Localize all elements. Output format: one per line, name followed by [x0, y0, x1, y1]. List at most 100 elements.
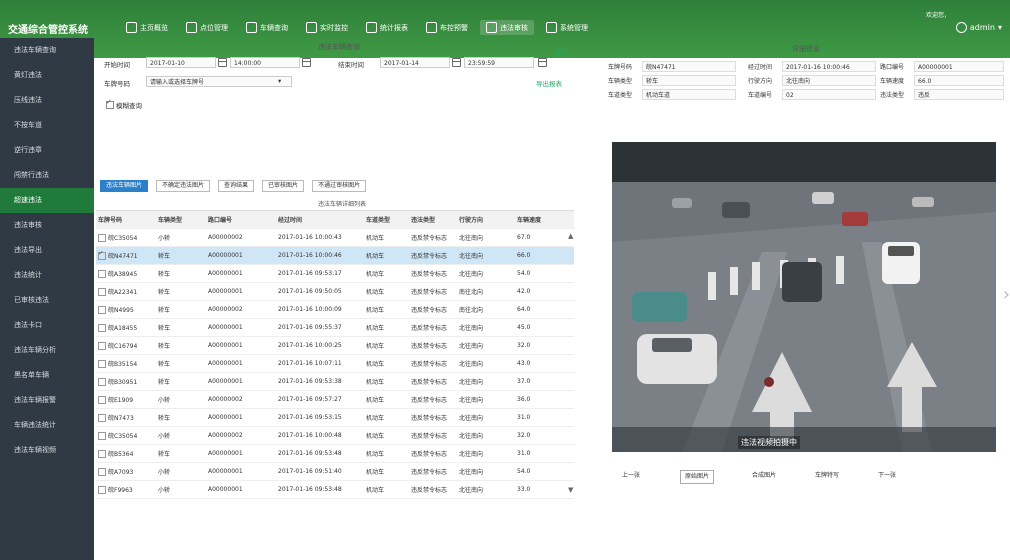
calendar-icon[interactable]: [218, 58, 227, 67]
row-checkbox[interactable]: [98, 468, 106, 477]
row-checkbox[interactable]: [98, 270, 106, 279]
plate-cell: 皖N7473: [96, 413, 156, 423]
sidebar-item[interactable]: 违法卡口: [0, 313, 94, 338]
sidebar-item[interactable]: 黑名单车辆: [0, 363, 94, 388]
sidebar-item[interactable]: 违法统计: [0, 263, 94, 288]
checkbox[interactable]: [106, 98, 114, 109]
query-button[interactable]: 查询: [555, 46, 568, 56]
sidebar-item[interactable]: 违法车辆报警: [0, 388, 94, 413]
chevron-down-icon[interactable]: ▾: [278, 77, 281, 85]
sidebar-item[interactable]: 车辆违法统计: [0, 413, 94, 438]
column-header[interactable]: 车辆速度: [515, 215, 560, 224]
row-checkbox[interactable]: [98, 414, 106, 423]
table-row[interactable]: 皖C35054 小轿 A00000002 2017-01-16 10:00:43 机动车…: [96, 229, 574, 247]
sidebar-item[interactable]: 黄灯违法: [0, 63, 94, 88]
calendar-icon[interactable]: [452, 58, 461, 67]
nav-item[interactable]: 系统管理: [540, 20, 594, 35]
end-time-input[interactable]: 23:59:59: [464, 57, 534, 68]
table-cell: 轿车: [158, 271, 171, 278]
column-header[interactable]: 行驶方向: [457, 215, 515, 224]
row-checkbox[interactable]: [98, 288, 106, 297]
start-date-input[interactable]: 2017-01-10: [146, 57, 216, 68]
export-button[interactable]: 导出报表: [536, 78, 562, 88]
original-photo-button[interactable]: 原始图片: [680, 470, 715, 484]
plate-closeup-button[interactable]: 车牌特写: [815, 470, 839, 482]
tab-button[interactable]: 查询结果: [218, 180, 255, 192]
tab-button[interactable]: 已审核图片: [262, 180, 305, 192]
table-row[interactable]: 皖A38945 轿车 A00000001 2017-01-16 09:53:17 机动车…: [96, 265, 574, 283]
sidebar-item[interactable]: 闯禁行违法: [0, 163, 94, 188]
table-row[interactable]: 皖E1909 小轿 A00000002 2017-01-16 09:57:27 机动车 违…: [96, 391, 574, 409]
column-header[interactable]: 路口编号: [206, 215, 276, 224]
calendar-icon[interactable]: [538, 58, 547, 67]
table-row[interactable]: 皖N4995 轿车 A00000002 2017-01-16 10:00:09 机动车 违…: [96, 301, 574, 319]
sidebar-item[interactable]: 违法审核: [0, 213, 94, 238]
sidebar-item[interactable]: 超速违法: [0, 188, 94, 213]
app-title: 交通综合管控系统: [8, 25, 88, 36]
table-cell: 违反禁令标志: [411, 361, 448, 368]
nav-item[interactable]: 点位管理: [180, 20, 234, 35]
table-row[interactable]: 皖C16794 轿车 A00000001 2017-01-16 10:00:25 机动车…: [96, 337, 574, 355]
row-checkbox[interactable]: [98, 360, 106, 369]
table-row[interactable]: 皖F9963 小轿 A00000001 2017-01-16 09:53:48 机动车 违…: [96, 481, 574, 499]
nav-item[interactable]: 违法审核: [480, 20, 534, 35]
tab-button[interactable]: 违法车辆图片: [100, 180, 149, 192]
detail-title: 详细信息: [792, 45, 820, 53]
plate-select[interactable]: 请输入或选择车牌号: [146, 76, 292, 87]
tab-button[interactable]: 不通过审核图片: [312, 180, 367, 192]
detail-value: 皖N47471: [642, 61, 736, 72]
column-header[interactable]: 车牌号码: [96, 215, 156, 224]
table-row[interactable]: 皖A7093 小轿 A00000001 2017-01-16 09:51:40 机动车 违…: [96, 463, 574, 481]
row-checkbox[interactable]: [98, 234, 106, 243]
column-header[interactable]: 车辆类型: [156, 215, 206, 224]
sidebar-item[interactable]: 已审核违法: [0, 288, 94, 313]
sidebar-item[interactable]: 压线违法: [0, 88, 94, 113]
table-row[interactable]: 皖N7473 轿车 A00000001 2017-01-16 09:53:15 机动车 违…: [96, 409, 574, 427]
sidebar-item[interactable]: 违法导出: [0, 238, 94, 263]
nav-item[interactable]: 布控预警: [420, 20, 474, 35]
table-row[interactable]: 皖C35054 小轿 A00000002 2017-01-16 10:00:48 机动车…: [96, 427, 574, 445]
end-date-input[interactable]: 2017-01-14: [380, 57, 450, 68]
table-cell: 32.0: [517, 342, 531, 349]
next-photo-button[interactable]: 下一张: [878, 470, 896, 482]
row-checkbox[interactable]: [98, 251, 106, 261]
nav-item[interactable]: 统计报表: [360, 20, 414, 35]
table-cell: 2017-01-16 09:53:15: [278, 414, 342, 421]
row-checkbox[interactable]: [98, 378, 106, 387]
row-checkbox[interactable]: [98, 342, 106, 351]
row-checkbox[interactable]: [98, 432, 106, 441]
column-header[interactable]: 违法类型: [409, 215, 457, 224]
chevron-right-icon[interactable]: ›: [1003, 284, 1010, 305]
sidebar-item[interactable]: 违法车辆查询: [0, 38, 94, 63]
fuzzy-checkbox[interactable]: 模糊查询: [106, 98, 142, 110]
prev-photo-button[interactable]: 上一张: [622, 470, 640, 482]
column-header[interactable]: 车道类型: [364, 215, 409, 224]
sidebar-item[interactable]: 违法车辆视频: [0, 438, 94, 463]
nav-item[interactable]: 主页概览: [120, 20, 174, 35]
scroll-down-icon[interactable]: ▼: [568, 486, 573, 494]
nav-item[interactable]: 车辆查询: [240, 20, 294, 35]
table-row[interactable]: 皖A22341 轿车 A00000001 2017-01-16 09:50:05 机动车…: [96, 283, 574, 301]
calendar-icon[interactable]: [302, 58, 311, 67]
start-time-input[interactable]: 14:00:00: [230, 57, 300, 68]
row-checkbox[interactable]: [98, 324, 106, 333]
scroll-up-icon[interactable]: ▲: [568, 232, 573, 240]
row-checkbox[interactable]: [98, 396, 106, 405]
row-checkbox[interactable]: [98, 450, 106, 459]
nav-item[interactable]: 实时监控: [300, 20, 354, 35]
sidebar-item[interactable]: 不按车道: [0, 113, 94, 138]
sidebar-item[interactable]: 违法车辆分析: [0, 338, 94, 363]
table-row[interactable]: 皖B35154 轿车 A00000001 2017-01-16 10:07:11 机动车…: [96, 355, 574, 373]
table-cell: 54.0: [517, 270, 531, 277]
table-row[interactable]: 皖A18455 轿车 A00000001 2017-01-16 09:55:37 机动车…: [96, 319, 574, 337]
composite-photo-button[interactable]: 合成图片: [752, 470, 776, 482]
column-header[interactable]: 经过时间: [276, 215, 364, 224]
tab-button[interactable]: 不确定违法图片: [156, 180, 211, 192]
table-row[interactable]: 皖N47471 轿车 A00000001 2017-01-16 10:00:46 机动车…: [96, 247, 574, 265]
row-checkbox[interactable]: [98, 486, 106, 495]
table-row[interactable]: 皖B5364 轿车 A00000001 2017-01-16 09:53:48 机动车 违…: [96, 445, 574, 463]
table-row[interactable]: 皖B30951 轿车 A00000001 2017-01-16 09:53:38 机动车…: [96, 373, 574, 391]
row-checkbox[interactable]: [98, 306, 106, 315]
sidebar-item[interactable]: 逆行违章: [0, 138, 94, 163]
user-menu[interactable]: admin ▾: [955, 22, 1002, 33]
